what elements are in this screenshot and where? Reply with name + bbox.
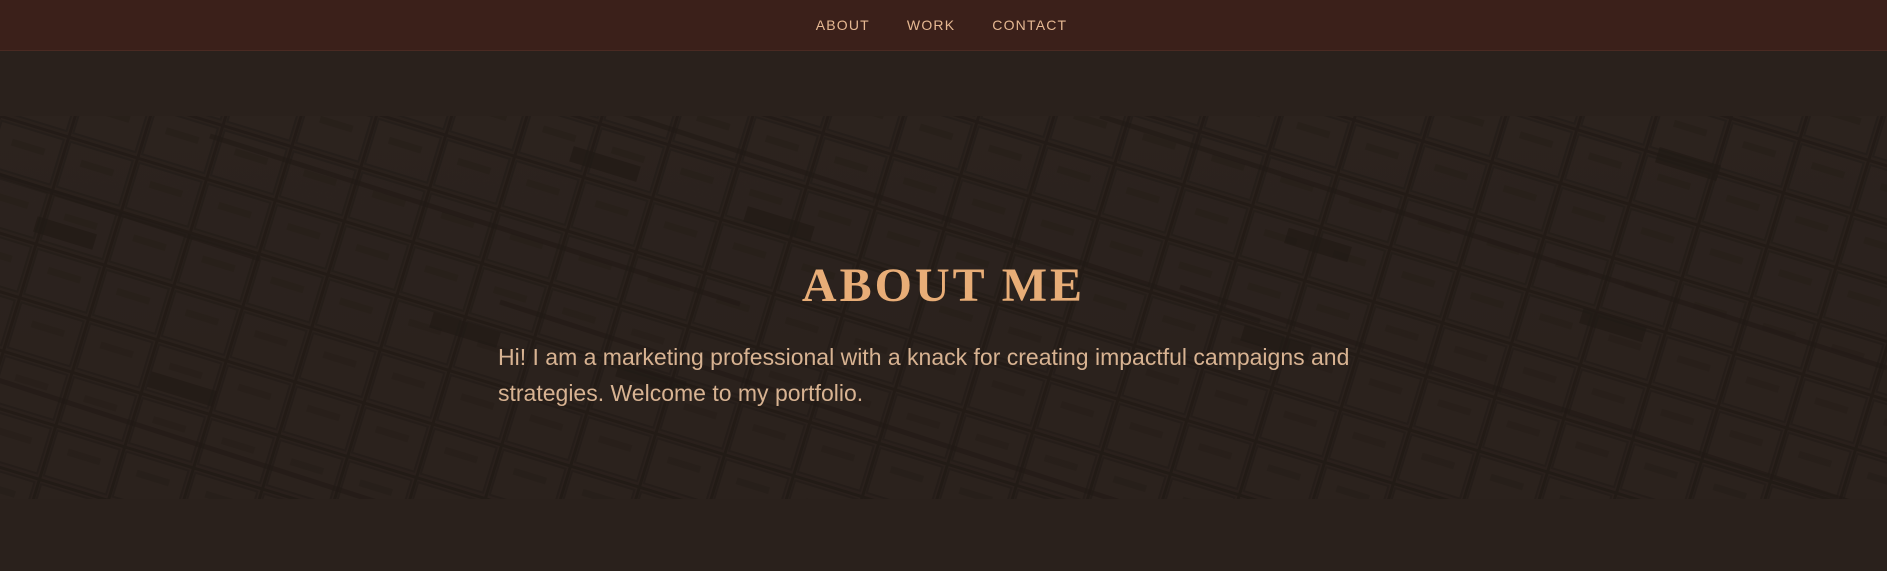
about-section: ABOUT ME Hi! I am a marketing profession… xyxy=(0,116,1887,499)
main-navigation: ABOUT WORK CONTACT xyxy=(816,18,1068,32)
about-title: ABOUT ME xyxy=(801,259,1086,313)
site-header: ABOUT WORK CONTACT xyxy=(0,0,1887,51)
nav-link-work[interactable]: WORK xyxy=(907,18,955,32)
nav-link-about[interactable]: ABOUT xyxy=(816,18,870,32)
nav-link-contact[interactable]: CONTACT xyxy=(992,18,1067,32)
about-description: Hi! I am a marketing professional with a… xyxy=(498,344,1350,406)
